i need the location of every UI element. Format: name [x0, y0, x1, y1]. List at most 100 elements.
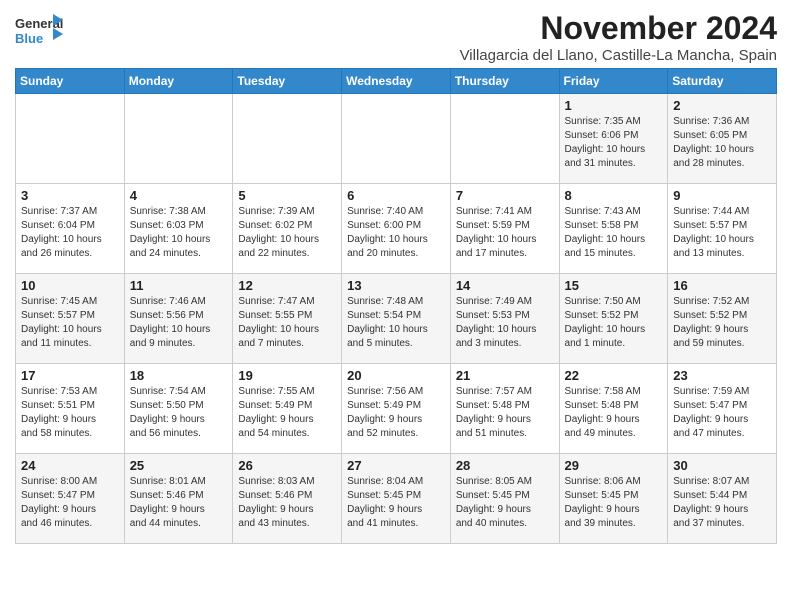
calendar-cell: 16 Sunrise: 7:52 AM Sunset: 5:52 PM Dayli… — [668, 274, 777, 364]
day-number: 5 — [238, 188, 336, 203]
day-number: 9 — [673, 188, 771, 203]
page-wrapper: GeneralBlue November 2024 Villagarcia de… — [15, 10, 777, 544]
day-number: 24 — [21, 458, 119, 473]
day-info: Sunrise: 7:43 AM Sunset: 5:58 PM Dayligh… — [565, 205, 663, 261]
calendar-week-1: 1 Sunrise: 7:35 AM Sunset: 6:06 PM Daylig… — [16, 94, 777, 184]
day-number: 17 — [21, 368, 119, 383]
header: GeneralBlue November 2024 Villagarcia de… — [15, 10, 777, 64]
day-info: Sunrise: 7:59 AM Sunset: 5:47 PM Dayligh… — [673, 385, 771, 441]
col-header-friday: Friday — [559, 69, 668, 94]
day-number: 4 — [130, 188, 228, 203]
calendar-cell: 21 Sunrise: 7:57 AM Sunset: 5:48 PM Dayli… — [450, 364, 559, 454]
day-number: 11 — [130, 278, 228, 293]
day-number: 3 — [21, 188, 119, 203]
calendar-cell: 26 Sunrise: 8:03 AM Sunset: 5:46 PM Dayli… — [233, 454, 342, 544]
calendar-cell: 18 Sunrise: 7:54 AM Sunset: 5:50 PM Dayli… — [124, 364, 233, 454]
calendar-cell — [342, 94, 451, 184]
day-info: Sunrise: 8:01 AM Sunset: 5:46 PM Dayligh… — [130, 475, 228, 531]
calendar-cell: 8 Sunrise: 7:43 AM Sunset: 5:58 PM Daylig… — [559, 184, 668, 274]
calendar-table: SundayMondayTuesdayWednesdayThursdayFrid… — [15, 68, 777, 544]
day-number: 22 — [565, 368, 663, 383]
day-number: 1 — [565, 98, 663, 113]
day-number: 29 — [565, 458, 663, 473]
day-info: Sunrise: 7:40 AM Sunset: 6:00 PM Dayligh… — [347, 205, 445, 261]
day-info: Sunrise: 8:00 AM Sunset: 5:47 PM Dayligh… — [21, 475, 119, 531]
day-number: 6 — [347, 188, 445, 203]
day-info: Sunrise: 8:03 AM Sunset: 5:46 PM Dayligh… — [238, 475, 336, 531]
col-header-saturday: Saturday — [668, 69, 777, 94]
day-number: 25 — [130, 458, 228, 473]
day-number: 15 — [565, 278, 663, 293]
calendar-cell: 15Sunrise: 7:50 AM Sunset: 5:52 PM Dayli… — [559, 274, 668, 364]
day-info: Sunrise: 8:05 AM Sunset: 5:45 PM Dayligh… — [456, 475, 554, 531]
calendar-cell: 28 Sunrise: 8:05 AM Sunset: 5:45 PM Dayli… — [450, 454, 559, 544]
day-info: Sunrise: 7:35 AM Sunset: 6:06 PM Dayligh… — [565, 115, 663, 171]
day-info: Sunrise: 7:55 AM Sunset: 5:49 PM Dayligh… — [238, 385, 336, 441]
day-number: 18 — [130, 368, 228, 383]
calendar-week-5: 24 Sunrise: 8:00 AM Sunset: 5:47 PM Dayli… — [16, 454, 777, 544]
day-info: Sunrise: 7:56 AM Sunset: 5:49 PM Dayligh… — [347, 385, 445, 441]
calendar-cell: 23Sunrise: 7:59 AM Sunset: 5:47 PM Dayli… — [668, 364, 777, 454]
col-header-tuesday: Tuesday — [233, 69, 342, 94]
day-number: 8 — [565, 188, 663, 203]
day-info: Sunrise: 7:52 AM Sunset: 5:52 PM Dayligh… — [673, 295, 771, 351]
calendar-cell: 11 Sunrise: 7:46 AM Sunset: 5:56 PM Dayli… — [124, 274, 233, 364]
day-info: Sunrise: 8:06 AM Sunset: 5:45 PM Dayligh… — [565, 475, 663, 531]
day-info: Sunrise: 7:36 AM Sunset: 6:05 PM Dayligh… — [673, 115, 771, 171]
day-number: 21 — [456, 368, 554, 383]
calendar-cell: 30 Sunrise: 8:07 AM Sunset: 5:44 PM Dayli… — [668, 454, 777, 544]
day-info: Sunrise: 7:48 AM Sunset: 5:54 PM Dayligh… — [347, 295, 445, 351]
calendar-cell: 9 Sunrise: 7:44 AM Sunset: 5:57 PM Daylig… — [668, 184, 777, 274]
calendar-cell — [450, 94, 559, 184]
day-info: Sunrise: 7:37 AM Sunset: 6:04 PM Dayligh… — [21, 205, 119, 261]
day-number: 19 — [238, 368, 336, 383]
day-info: Sunrise: 7:41 AM Sunset: 5:59 PM Dayligh… — [456, 205, 554, 261]
svg-text:Blue: Blue — [15, 31, 43, 46]
calendar-cell: 2 Sunrise: 7:36 AM Sunset: 6:05 PM Daylig… — [668, 94, 777, 184]
calendar-cell — [16, 94, 125, 184]
calendar-cell: 22 Sunrise: 7:58 AM Sunset: 5:48 PM Dayli… — [559, 364, 668, 454]
day-number: 20 — [347, 368, 445, 383]
calendar-cell: 4Sunrise: 7:38 AM Sunset: 6:03 PM Daylig… — [124, 184, 233, 274]
day-info: Sunrise: 7:57 AM Sunset: 5:48 PM Dayligh… — [456, 385, 554, 441]
day-info: Sunrise: 8:04 AM Sunset: 5:45 PM Dayligh… — [347, 475, 445, 531]
calendar-cell: 29 Sunrise: 8:06 AM Sunset: 5:45 PM Dayli… — [559, 454, 668, 544]
day-number: 30 — [673, 458, 771, 473]
subtitle: Villagarcia del Llano, Castille-La Manch… — [460, 47, 777, 64]
calendar-cell: 7 Sunrise: 7:41 AM Sunset: 5:59 PM Daylig… — [450, 184, 559, 274]
day-info: Sunrise: 7:54 AM Sunset: 5:50 PM Dayligh… — [130, 385, 228, 441]
calendar-week-3: 10Sunrise: 7:45 AM Sunset: 5:57 PM Dayli… — [16, 274, 777, 364]
calendar-cell: 25 Sunrise: 8:01 AM Sunset: 5:46 PM Dayli… — [124, 454, 233, 544]
logo-svg: GeneralBlue — [15, 10, 65, 52]
calendar-cell — [233, 94, 342, 184]
calendar-cell: 14Sunrise: 7:49 AM Sunset: 5:53 PM Dayli… — [450, 274, 559, 364]
col-header-thursday: Thursday — [450, 69, 559, 94]
day-number: 2 — [673, 98, 771, 113]
day-number: 26 — [238, 458, 336, 473]
calendar-cell: 3 Sunrise: 7:37 AM Sunset: 6:04 PM Daylig… — [16, 184, 125, 274]
calendar-cell: 27 Sunrise: 8:04 AM Sunset: 5:45 PM Dayli… — [342, 454, 451, 544]
day-number: 7 — [456, 188, 554, 203]
day-info: Sunrise: 7:58 AM Sunset: 5:48 PM Dayligh… — [565, 385, 663, 441]
day-number: 16 — [673, 278, 771, 293]
day-info: Sunrise: 7:46 AM Sunset: 5:56 PM Dayligh… — [130, 295, 228, 351]
calendar-week-2: 3 Sunrise: 7:37 AM Sunset: 6:04 PM Daylig… — [16, 184, 777, 274]
calendar-week-4: 17Sunrise: 7:53 AM Sunset: 5:51 PM Dayli… — [16, 364, 777, 454]
day-info: Sunrise: 7:44 AM Sunset: 5:57 PM Dayligh… — [673, 205, 771, 261]
day-info: Sunrise: 8:07 AM Sunset: 5:44 PM Dayligh… — [673, 475, 771, 531]
logo: GeneralBlue — [15, 10, 65, 52]
day-number: 27 — [347, 458, 445, 473]
month-title: November 2024 — [460, 10, 777, 47]
col-header-monday: Monday — [124, 69, 233, 94]
calendar-cell: 10Sunrise: 7:45 AM Sunset: 5:57 PM Dayli… — [16, 274, 125, 364]
calendar-cell: 19 Sunrise: 7:55 AM Sunset: 5:49 PM Dayli… — [233, 364, 342, 454]
title-block: November 2024 Villagarcia del Llano, Cas… — [460, 10, 777, 64]
day-info: Sunrise: 7:39 AM Sunset: 6:02 PM Dayligh… — [238, 205, 336, 261]
calendar-header-row: SundayMondayTuesdayWednesdayThursdayFrid… — [16, 69, 777, 94]
calendar-cell — [124, 94, 233, 184]
day-number: 14 — [456, 278, 554, 293]
day-number: 28 — [456, 458, 554, 473]
day-number: 12 — [238, 278, 336, 293]
day-number: 10 — [21, 278, 119, 293]
calendar-cell: 1 Sunrise: 7:35 AM Sunset: 6:06 PM Daylig… — [559, 94, 668, 184]
